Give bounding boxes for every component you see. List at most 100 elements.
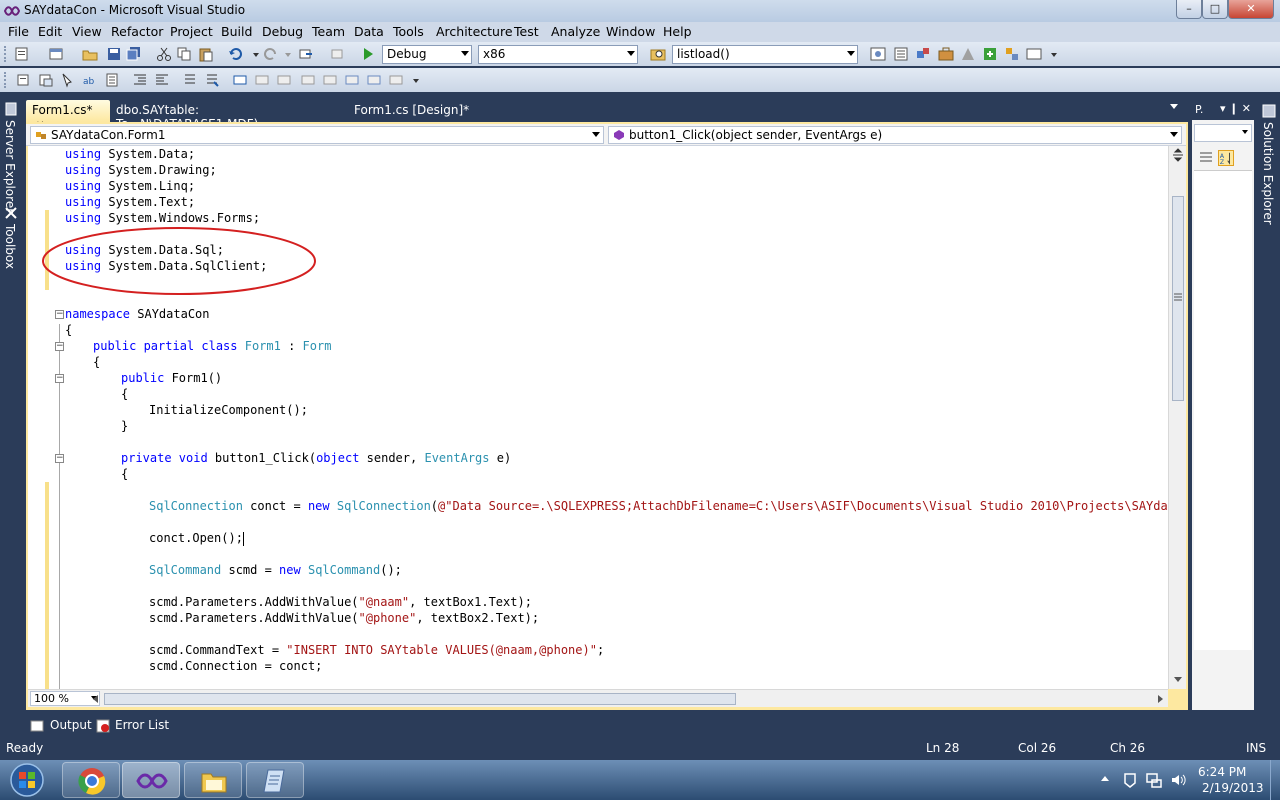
navigate-backward-icon[interactable] (298, 46, 314, 62)
menu-architecture[interactable]: Architecture (436, 24, 513, 39)
start-debugging-icon[interactable] (360, 46, 376, 62)
toolbar-grip[interactable] (4, 72, 8, 88)
indent-icon[interactable] (104, 72, 120, 88)
tab-form1-design[interactable]: Form1.cs [Design]* (348, 100, 488, 122)
menu-debug[interactable]: Debug (262, 24, 303, 39)
save-all-icon[interactable] (126, 46, 142, 62)
network-icon[interactable] (1146, 772, 1162, 788)
menu-project[interactable]: Project (170, 24, 213, 39)
redo-dropdown-icon[interactable] (280, 46, 296, 62)
menu-edit[interactable]: Edit (38, 24, 62, 39)
menu-data[interactable]: Data (354, 24, 384, 39)
find-in-files-icon[interactable] (650, 46, 666, 62)
solution-platform-select[interactable]: x86 (478, 45, 638, 64)
command-window-icon[interactable] (1026, 46, 1042, 62)
properties-window-icon[interactable] (893, 46, 909, 62)
tab-output[interactable]: Output (50, 718, 92, 732)
start-button-icon[interactable] (4, 761, 50, 799)
horizontal-scrollbar[interactable]: 100 % (28, 689, 1168, 707)
previous-bookmark-folder-icon[interactable] (300, 72, 316, 88)
scroll-thumb[interactable] (104, 693, 736, 705)
menu-tools[interactable]: Tools (393, 24, 424, 39)
properties-grid[interactable] (1194, 170, 1252, 650)
menu-file[interactable]: File (8, 24, 29, 39)
zoom-combo[interactable]: 100 % (30, 691, 100, 706)
minimize-button[interactable]: – (1176, 0, 1202, 19)
close-button[interactable]: ✕ (1228, 0, 1274, 19)
toolbox-icon[interactable] (4, 206, 18, 220)
menu-analyze[interactable]: Analyze (551, 24, 600, 39)
class-view-icon[interactable] (1004, 46, 1020, 62)
solution-configuration-select[interactable]: Debug (382, 45, 472, 64)
menu-team[interactable]: Team (312, 24, 345, 39)
taskbar-chrome[interactable] (62, 762, 120, 798)
show-desktop-button[interactable] (1270, 760, 1280, 800)
clock-time[interactable]: 6:24 PM (1198, 765, 1246, 779)
uncomment-icon[interactable] (204, 72, 220, 88)
action-center-icon[interactable] (1122, 772, 1138, 788)
comment-out-icon[interactable] (182, 72, 198, 88)
clock-date[interactable]: 2/19/2013 (1202, 781, 1264, 795)
volume-icon[interactable] (1170, 772, 1186, 788)
types-combo[interactable]: SAYdataCon.Form1 (30, 126, 604, 144)
menu-test[interactable]: Test (514, 24, 539, 39)
parameter-info-icon[interactable] (38, 72, 54, 88)
save-icon[interactable] (106, 46, 122, 62)
decrease-indent-icon[interactable] (132, 72, 148, 88)
toolbar-options-icon[interactable] (408, 72, 424, 88)
alphabetical-sort-icon[interactable]: AZ (1218, 150, 1234, 166)
solution-explorer-tab[interactable]: Solution Explorer (1261, 122, 1275, 225)
previous-bookmark-document-icon[interactable] (344, 72, 360, 88)
server-explorer-tab[interactable]: Server Explorer (3, 120, 17, 213)
increase-indent-icon[interactable] (154, 72, 170, 88)
collapse-toggle[interactable]: − (55, 454, 64, 463)
menu-refactor[interactable]: Refactor (111, 24, 163, 39)
open-file-icon[interactable] (82, 46, 98, 62)
maximize-button[interactable]: □ (1202, 0, 1228, 19)
categorized-icon[interactable] (1198, 150, 1214, 166)
paste-icon[interactable] (198, 46, 214, 62)
scroll-left-icon[interactable] (92, 694, 100, 704)
next-bookmark-folder-icon[interactable] (322, 72, 338, 88)
display-object-member-list-icon[interactable] (16, 72, 32, 88)
next-bookmark-icon[interactable] (276, 72, 292, 88)
start-page-icon[interactable] (960, 46, 976, 62)
toolbox-tab[interactable]: Toolbox (3, 224, 17, 269)
quick-info-icon[interactable] (60, 72, 76, 88)
extension-manager-icon[interactable] (982, 46, 998, 62)
next-bookmark-document-icon[interactable] (366, 72, 382, 88)
menu-help[interactable]: Help (663, 24, 692, 39)
server-explorer-icon[interactable] (4, 102, 18, 116)
navigate-forward-icon[interactable] (330, 46, 346, 62)
redo-icon[interactable] (262, 46, 278, 62)
toolbar-options-icon[interactable] (1046, 46, 1062, 62)
taskbar-notepad[interactable] (246, 762, 304, 798)
solution-explorer-icon[interactable] (1262, 104, 1276, 118)
undo-icon[interactable] (228, 46, 244, 62)
panel-controls[interactable]: ▾ ❙ ✕ (1220, 102, 1251, 115)
collapse-toggle[interactable]: − (55, 342, 64, 351)
show-hidden-icons-icon[interactable] (1100, 774, 1110, 784)
collapse-toggle[interactable]: − (55, 310, 64, 319)
find-combo[interactable]: listload() (672, 45, 858, 64)
taskbar-visual-studio[interactable] (122, 762, 180, 798)
taskbar-explorer[interactable] (184, 762, 242, 798)
solution-explorer-icon[interactable] (870, 46, 886, 62)
toolbar-grip[interactable] (4, 46, 8, 62)
collapse-toggle[interactable]: − (55, 374, 64, 383)
active-files-dropdown-icon[interactable] (1170, 104, 1178, 109)
tab-form1-cs[interactable]: Form1.cs* ✕ (26, 100, 110, 131)
menu-window[interactable]: Window (606, 24, 655, 39)
new-project-icon[interactable] (14, 46, 30, 62)
code-area[interactable]: using System.Data; using System.Drawing;… (28, 146, 1168, 689)
cut-icon[interactable] (156, 46, 172, 62)
scroll-down-icon[interactable] (1173, 674, 1183, 684)
clear-bookmarks-icon[interactable] (388, 72, 404, 88)
toolbox-icon[interactable] (938, 46, 954, 62)
tab-saytable[interactable]: dbo.SAYtable: Ta...N\DATABASE1.MDF) (110, 100, 346, 131)
copy-icon[interactable] (176, 46, 192, 62)
scroll-right-icon[interactable] (1156, 694, 1164, 704)
tab-error-list[interactable]: Error List (115, 718, 169, 732)
menu-view[interactable]: View (72, 24, 102, 39)
members-combo[interactable]: button1_Click(object sender, EventArgs e… (608, 126, 1182, 144)
